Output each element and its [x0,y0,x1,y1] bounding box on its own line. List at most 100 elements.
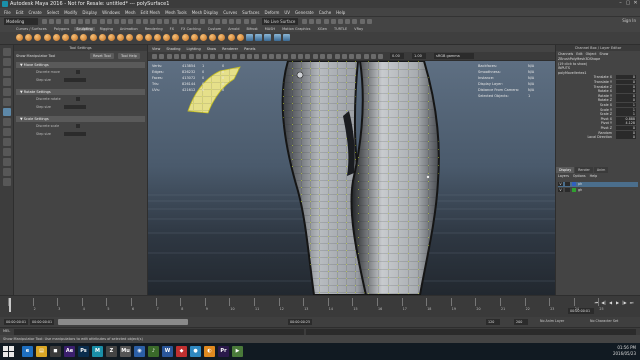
status-tool-icon[interactable] [330,19,336,24]
color-space-dropdown[interactable]: sRGB gamma [434,53,474,59]
toolbox-tool-icon[interactable] [3,78,11,86]
status-tool-icon[interactable] [150,19,155,24]
shelf-tab-rendering[interactable]: Rendering [143,27,165,31]
viewport-tool-icon[interactable] [195,54,201,59]
layer-menu-options[interactable]: Options [573,174,586,178]
menu-curves[interactable]: Curves [223,10,237,15]
channel-value[interactable]: 0 [616,93,636,98]
status-tool-icon[interactable] [157,19,163,24]
shelf-tab-turtle[interactable]: TURTLE [332,27,349,31]
setting-field[interactable] [64,132,86,136]
taskbar-app-icon[interactable]: Mu [120,346,131,357]
status-tool-icon[interactable] [186,19,191,24]
viewport-menu-view[interactable]: View [152,47,160,51]
status-tool-icon[interactable] [92,19,98,24]
menu-help[interactable]: Help [336,10,345,15]
setting-field[interactable] [64,105,86,109]
channel-value[interactable]: 0 [616,98,636,103]
sculpt-tool-icon[interactable] [117,34,125,41]
viewport-tool-icon[interactable] [363,54,369,59]
status-tool-icon[interactable] [121,19,127,24]
sculpt-tool-icon[interactable] [71,34,79,41]
3d-viewport[interactable]: Verts: 413854 1 0 Edges: 826232 0 0 Faces: 413072… [148,61,555,295]
toolbox-tool-icon[interactable] [3,68,11,76]
viewport-tool-icon[interactable] [181,54,187,59]
status-tool-icon[interactable] [366,19,372,24]
sculpt-tool-icon[interactable] [181,34,189,41]
status-tool-icon[interactable] [200,19,206,24]
toolbox-tool-icon[interactable] [3,58,11,66]
sculpt-tool-icon[interactable] [227,34,235,41]
sculpt-tool-icon[interactable] [89,34,97,41]
viewport-tool-icon[interactable] [210,54,216,59]
layer-tab-display[interactable]: Display [556,167,575,173]
status-tool-icon[interactable] [171,19,177,24]
status-tool-icon[interactable] [106,19,112,24]
taskbar-app-icon[interactable]: ♪ [148,346,159,357]
toolbox-tool-icon[interactable] [3,168,11,176]
shelf-tab-fx-caching[interactable]: FX Caching [179,27,203,31]
sculpt-tool-icon[interactable] [62,34,69,41]
channel-menu-show[interactable]: Show [599,52,608,56]
status-tool-icon[interactable] [164,19,170,24]
viewport-tool-icon[interactable] [290,54,296,59]
status-tool-icon[interactable] [316,19,322,24]
sculpt-tool-icon[interactable] [144,34,152,41]
menu-windows[interactable]: Windows [102,10,120,15]
viewport-tool-icon[interactable] [261,54,267,59]
close-button[interactable]: ✕ [633,1,638,6]
status-tool-icon[interactable] [243,19,249,24]
layer-playback-toggle[interactable] [565,182,570,186]
taskbar-app-icon[interactable]: e [22,346,33,357]
channel-value[interactable]: 1 [616,102,636,107]
system-tray[interactable]: 01:56 PM 2016/05/23 [613,345,636,357]
character-set-dropdown[interactable]: No Character Set [590,319,618,323]
status-tool-icon[interactable] [352,19,358,24]
animation-start-field[interactable]: 00:00:00:01 [4,319,28,325]
viewport-tool-icon[interactable] [312,54,318,59]
channel-menu-edit[interactable]: Edit [576,52,582,56]
shelf-tab-motion-graphics[interactable]: Motion Graphics [280,27,312,31]
menu-mesh-display[interactable]: Mesh Display [192,10,219,15]
viewport-tool-icon[interactable] [232,54,238,59]
status-tool-icon[interactable] [128,19,134,24]
viewport-menu-shading[interactable]: Shading [166,47,180,51]
taskbar-app-icon[interactable]: ▶ [232,346,243,357]
status-tool-icon[interactable] [49,19,55,24]
status-tool-icon[interactable] [236,19,242,24]
channel-value[interactable]: 0.888 [616,116,636,121]
status-tool-icon[interactable] [70,19,76,24]
shelf-tab-sculpting[interactable]: Sculpting [74,26,95,31]
status-tool-icon[interactable] [338,19,343,24]
layer-visibility-toggle[interactable]: V [558,188,563,192]
viewport-tool-icon[interactable] [276,54,282,59]
status-tool-icon[interactable] [214,19,220,24]
status-tool-icon[interactable] [345,19,351,24]
shelf-tab-curves-surfaces[interactable]: Curves / Surfaces [14,27,49,31]
channel-value[interactable]: 0 [616,89,636,94]
layer-visibility-toggle[interactable]: V [558,182,563,186]
status-tool-icon[interactable] [85,19,91,24]
viewport-tool-icon[interactable] [319,54,325,59]
viewport-tool-icon[interactable] [152,54,157,59]
taskbar-app-icon[interactable]: ◆ [176,346,187,357]
setting-checkbox[interactable] [76,70,80,74]
layer-row[interactable]: Vph [558,182,638,187]
shelf-tab-xgen[interactable]: XGen [316,27,329,31]
taskbar-app-icon[interactable]: ◐ [204,346,215,357]
shelf-tab-animation[interactable]: Animation [118,27,140,31]
playback-button-2[interactable]: ◀ [608,300,613,305]
sculpt-tool-icon[interactable] [154,34,161,41]
menu-mesh[interactable]: Mesh [125,10,136,15]
sculpt-tool-icon[interactable] [190,34,198,41]
viewport-tool-icon[interactable] [327,54,333,59]
toolbox-tool-icon[interactable] [3,88,11,96]
status-tool-icon[interactable] [78,19,83,24]
sculpt-tool-icon[interactable] [34,34,42,41]
menu-display[interactable]: Display [82,10,97,15]
viewport-tool-icon[interactable] [349,54,355,59]
time-slider[interactable]: ⏮ ◀| ◀ ▶ |▶ ⏭ 00:00:00:01 1 2 3 4 5 6 7 8 9 10 11 12 13 14… [0,295,640,317]
playback-start-field[interactable]: 00:00:00:01 [30,319,54,325]
viewport-tool-icon[interactable] [334,54,340,59]
menu-generate[interactable]: Generate [295,10,314,15]
